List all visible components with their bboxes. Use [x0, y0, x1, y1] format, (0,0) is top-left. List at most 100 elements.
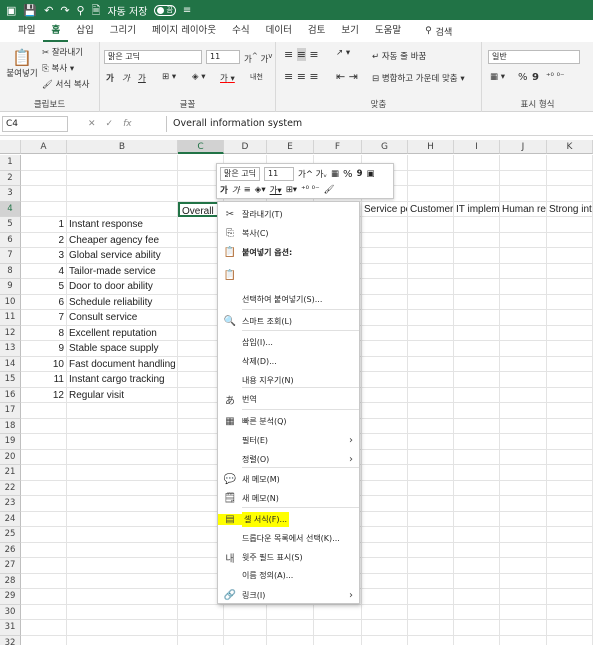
cell-a11[interactable]: 7 — [21, 310, 67, 326]
cell-i13[interactable] — [454, 341, 500, 357]
cell-i31[interactable] — [454, 620, 500, 636]
cell-j30[interactable] — [500, 604, 547, 620]
orientation-button[interactable]: ↗ ▾ — [336, 48, 350, 58]
cell-k28[interactable] — [547, 573, 593, 589]
cell-k24[interactable] — [547, 511, 593, 527]
row-header-15[interactable]: 15 — [0, 372, 21, 388]
font-grow-shrink[interactable]: 가^ 가v — [244, 51, 273, 65]
cell-k1[interactable] — [547, 155, 593, 171]
cell-g21[interactable] — [362, 465, 408, 481]
cell-j13[interactable] — [500, 341, 547, 357]
cell-g5[interactable] — [362, 217, 408, 233]
cell-b1[interactable] — [67, 155, 178, 171]
redo-icon[interactable]: ↷ — [60, 5, 69, 16]
mini-accounting-icon[interactable]: ▦ — [331, 169, 339, 179]
cell-i17[interactable] — [454, 403, 500, 419]
cell-g9[interactable] — [362, 279, 408, 295]
merge-center-button[interactable]: ⊟ 병합하고 가운데 맞춤 ▾ — [372, 72, 465, 84]
cell-h18[interactable] — [408, 418, 454, 434]
cell-k4[interactable]: Strong int — [547, 201, 593, 217]
cell-h3[interactable] — [408, 186, 454, 202]
cell-j28[interactable] — [500, 573, 547, 589]
menu-item-8[interactable]: 내용 지우기(N) — [218, 371, 359, 390]
cell-h26[interactable] — [408, 542, 454, 558]
row-header-14[interactable]: 14 — [0, 356, 21, 372]
cell-h25[interactable] — [408, 527, 454, 543]
percent-button[interactable]: % — [518, 72, 528, 83]
cell-b3[interactable] — [67, 186, 178, 202]
row-header-9[interactable]: 9 — [0, 279, 21, 295]
cell-a20[interactable] — [21, 449, 67, 465]
mini-bold-button[interactable]: 가 — [220, 184, 228, 196]
cell-g6[interactable] — [362, 232, 408, 248]
cell-i20[interactable] — [454, 449, 500, 465]
fill-color-button[interactable]: ◈ ▾ — [192, 72, 206, 82]
cell-e30[interactable] — [267, 604, 314, 620]
cell-b29[interactable] — [67, 589, 178, 605]
cell-i3[interactable] — [454, 186, 500, 202]
cell-i2[interactable] — [454, 170, 500, 186]
mini-border-icon[interactable]: ⊞▾ — [286, 185, 297, 195]
tab-home[interactable]: 홈 — [43, 20, 69, 42]
cell-c31[interactable] — [178, 620, 224, 636]
row-header-12[interactable]: 12 — [0, 325, 21, 341]
cell-a27[interactable] — [21, 558, 67, 574]
cell-b22[interactable] — [67, 480, 178, 496]
mini-fill-icon[interactable]: ◈▾ — [255, 185, 266, 195]
cell-a6[interactable]: 2 — [21, 232, 67, 248]
cell-b18[interactable] — [67, 418, 178, 434]
cell-e32[interactable] — [267, 635, 314, 645]
cell-f32[interactable] — [314, 635, 362, 645]
cell-i6[interactable] — [454, 232, 500, 248]
cell-i1[interactable] — [454, 155, 500, 171]
cell-b26[interactable] — [67, 542, 178, 558]
tab-file[interactable]: 파일 — [10, 20, 43, 42]
cell-g8[interactable] — [362, 263, 408, 279]
row-header-8[interactable]: 8 — [0, 263, 21, 279]
mini-decimal-icons[interactable]: ⁺⁰ ⁰⁻ — [301, 185, 320, 195]
menu-item-10[interactable]: ▦ 빠른 분석(Q) — [218, 412, 359, 431]
cell-i11[interactable] — [454, 310, 500, 326]
cell-j26[interactable] — [500, 542, 547, 558]
cell-i26[interactable] — [454, 542, 500, 558]
cell-g24[interactable] — [362, 511, 408, 527]
cell-b10[interactable]: Schedule reliability — [67, 294, 178, 310]
cell-a5[interactable]: 1 — [21, 217, 67, 233]
menu-item-3[interactable]: 📋 — [218, 262, 359, 288]
cell-g15[interactable] — [362, 372, 408, 388]
cell-h27[interactable] — [408, 558, 454, 574]
cell-h21[interactable] — [408, 465, 454, 481]
cell-h9[interactable] — [408, 279, 454, 295]
row-header-3[interactable]: 3 — [0, 186, 21, 202]
mini-font-dropdown[interactable]: 맑은 고딕 — [220, 167, 260, 181]
cell-i16[interactable] — [454, 387, 500, 403]
undo-icon[interactable]: ↶ — [44, 5, 53, 16]
cell-a10[interactable]: 6 — [21, 294, 67, 310]
menu-item-7[interactable]: 삭제(D)... — [218, 352, 359, 371]
cell-a9[interactable]: 5 — [21, 279, 67, 295]
cell-k19[interactable] — [547, 434, 593, 450]
cell-b17[interactable] — [67, 403, 178, 419]
cell-i27[interactable] — [454, 558, 500, 574]
cell-i22[interactable] — [454, 480, 500, 496]
cell-a12[interactable]: 8 — [21, 325, 67, 341]
cell-h32[interactable] — [408, 635, 454, 645]
italic-button[interactable]: 가 — [122, 72, 130, 84]
cell-i18[interactable] — [454, 418, 500, 434]
column-header-f[interactable]: F — [314, 140, 362, 154]
font-color-button[interactable]: 가 ▾ — [220, 72, 235, 84]
cut-button[interactable]: ✂ 잘라내기 — [42, 46, 83, 58]
cell-a15[interactable]: 11 — [21, 372, 67, 388]
menu-item-11[interactable]: 필터(E) › — [218, 431, 359, 450]
cell-j18[interactable] — [500, 418, 547, 434]
cell-g10[interactable] — [362, 294, 408, 310]
row-header-1[interactable]: 1 — [0, 155, 21, 171]
cell-g27[interactable] — [362, 558, 408, 574]
cell-i30[interactable] — [454, 604, 500, 620]
menu-item-13[interactable]: 💬 새 메모(M) — [218, 470, 359, 489]
mini-font-color-icon[interactable]: 가▾ — [270, 184, 282, 196]
cell-i8[interactable] — [454, 263, 500, 279]
cell-h11[interactable] — [408, 310, 454, 326]
cell-k16[interactable] — [547, 387, 593, 403]
cell-g18[interactable] — [362, 418, 408, 434]
